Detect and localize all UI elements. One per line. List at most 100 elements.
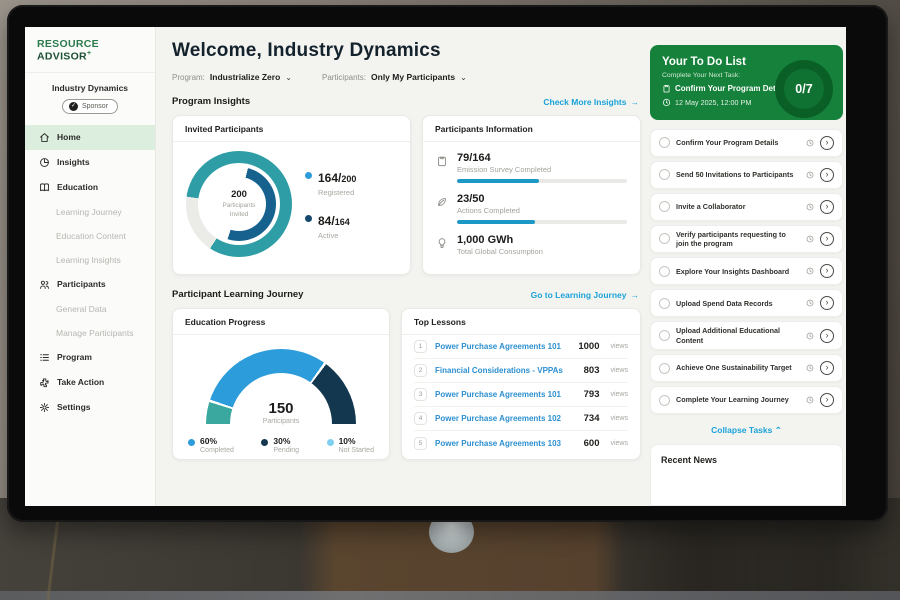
sidebar-item-take-action[interactable]: Take Action [25, 370, 155, 395]
education-gauge-chart: 150 Participants [206, 349, 356, 425]
task-row[interactable]: Confirm Your Program Details › [650, 129, 843, 157]
go-to-learning-journey-link[interactable]: Go to Learning Journey → [531, 290, 639, 300]
progress-bar [457, 220, 627, 224]
lesson-views: 1000 [578, 341, 599, 352]
legend-label: Registered [318, 188, 356, 197]
card-title: Top Lessons [402, 309, 640, 335]
todo-panel: Your To Do List Complete Your Next Task:… [650, 27, 846, 506]
legend-active: 84/164 Active [305, 212, 356, 240]
task-row[interactable]: Invite a Collaborator › [650, 193, 843, 221]
task-row[interactable]: Verify participants requesting to join t… [650, 225, 843, 254]
task-label: Complete Your Learning Journey [676, 395, 800, 404]
progress-bar [457, 179, 627, 183]
chevron-right-icon[interactable]: › [820, 264, 834, 278]
emission-survey-row: 79/164 Emission Survey Completed [436, 152, 627, 183]
legend-dot [305, 215, 312, 222]
chevron-right-icon[interactable]: › [820, 168, 834, 182]
clock-icon [806, 332, 814, 340]
legend-value: 84/ [318, 214, 335, 228]
task-checkbox[interactable] [659, 137, 670, 148]
task-checkbox[interactable] [659, 330, 670, 341]
task-label: Upload Additional Educational Content [676, 326, 800, 345]
task-row[interactable]: Upload Spend Data Records › [650, 289, 843, 317]
legend-registered: 164/200 Registered [305, 169, 356, 197]
participants-label: Participants: [322, 73, 366, 82]
metric-value: 23/50 [457, 193, 627, 205]
legend-total: 200 [341, 174, 356, 184]
todo-progress-ring: 0/7 [775, 60, 833, 118]
chevron-right-icon[interactable]: › [820, 136, 834, 150]
clock-icon [806, 364, 814, 372]
chevron-right-icon[interactable]: › [820, 329, 834, 343]
task-checkbox[interactable] [659, 266, 670, 277]
check-more-insights-link[interactable]: Check More Insights → [543, 97, 639, 107]
task-row[interactable]: Explore Your Insights Dashboard › [650, 257, 843, 285]
lesson-link[interactable]: Power Purchase Agreements 101 [435, 342, 570, 351]
link-label: Collapse Tasks [711, 425, 772, 435]
sidebar-item-home[interactable]: Home [25, 125, 155, 150]
sidebar-item-education-content[interactable]: Education Content [25, 224, 155, 248]
gauge-center-value: 150 [206, 400, 356, 417]
legend-label: Not Started [339, 447, 374, 454]
collapse-tasks-link[interactable]: Collapse Tasks ⌃ [650, 425, 843, 436]
lesson-views: 793 [584, 389, 600, 400]
task-row[interactable]: Complete Your Learning Journey › [650, 386, 843, 414]
legend-completed: 60% Completed [188, 436, 234, 454]
task-row[interactable]: Send 50 Invitations to Participants › [650, 161, 843, 189]
lesson-rank: 5 [414, 437, 427, 450]
lesson-link[interactable]: Financial Considerations - VPPAs [435, 366, 576, 375]
participants-select[interactable]: Participants: Only My Participants ⌄ [322, 72, 467, 82]
sidebar-item-insights[interactable]: Insights [25, 150, 155, 175]
task-checkbox[interactable] [659, 169, 670, 180]
sidebar-item-label: Participants [57, 279, 106, 289]
top-lessons-card: Top Lessons 1 Power Purchase Agreements … [401, 308, 641, 460]
sidebar-item-education[interactable]: Education [25, 175, 155, 200]
sidebar-item-participants[interactable]: Participants [25, 272, 155, 297]
program-select[interactable]: Program: Industrialize Zero ⌄ [172, 72, 292, 82]
sidebar-item-manage-participants[interactable]: Manage Participants [25, 321, 155, 345]
legend-label: Completed [200, 447, 234, 454]
learning-cards-row: Education Progress 150 Participants 60% [172, 308, 641, 460]
gauge-legend: 60% Completed 30% Pending [173, 425, 389, 454]
legend-not-started: 10% Not Started [327, 436, 374, 454]
arrow-right-icon: → [631, 290, 640, 300]
recent-news-title: Recent News [661, 455, 832, 465]
logo-plus: + [87, 50, 91, 57]
task-checkbox[interactable] [659, 395, 670, 406]
task-checkbox[interactable] [659, 233, 670, 244]
clock-icon [806, 139, 814, 147]
sidebar-item-program[interactable]: Program [25, 345, 155, 370]
todo-task-list: Confirm Your Program Details › Send 50 I… [650, 129, 843, 418]
legend-pending: 30% Pending [261, 436, 299, 454]
chevron-right-icon[interactable]: › [820, 361, 834, 375]
legend-dot [188, 439, 195, 446]
chevron-up-icon: ⌃ [775, 425, 782, 435]
chevron-down-icon: ⌄ [285, 73, 292, 82]
sidebar-item-learning-journey[interactable]: Learning Journey [25, 200, 155, 224]
task-checkbox[interactable] [659, 201, 670, 212]
main-content: Welcome, Industry Dynamics Program: Indu… [156, 27, 650, 506]
legend-value: 60% [200, 436, 234, 446]
legend-dot [305, 172, 312, 179]
sidebar-item-settings[interactable]: Settings [25, 395, 155, 420]
chevron-right-icon[interactable]: › [820, 232, 834, 246]
lesson-link[interactable]: Power Purchase Agreements 101 [435, 390, 576, 399]
sidebar-item-learning-insights[interactable]: Learning Insights [25, 248, 155, 272]
chevron-right-icon[interactable]: › [820, 393, 834, 407]
sidebar-item-general-data[interactable]: General Data [25, 297, 155, 321]
donut-legend: 164/200 Registered 84/164 Active [305, 169, 356, 240]
sponsor-icon: ✓ [69, 102, 78, 111]
lesson-link[interactable]: Power Purchase Agreements 102 [435, 414, 576, 423]
task-checkbox[interactable] [659, 363, 670, 374]
app-logo: RESOURCE ADVISOR+ [25, 38, 155, 73]
lesson-row: 3 Power Purchase Agreements 101 793 view… [414, 383, 628, 407]
chevron-right-icon[interactable]: › [820, 296, 834, 310]
task-row[interactable]: Achieve One Sustainability Target › [650, 354, 843, 382]
legend-value: 164/ [318, 171, 341, 185]
lesson-link[interactable]: Power Purchase Agreements 103 [435, 439, 576, 448]
clipboard-icon [662, 84, 671, 93]
legend-dot [327, 439, 334, 446]
task-checkbox[interactable] [659, 298, 670, 309]
task-row[interactable]: Upload Additional Educational Content › [650, 321, 843, 350]
chevron-right-icon[interactable]: › [820, 200, 834, 214]
